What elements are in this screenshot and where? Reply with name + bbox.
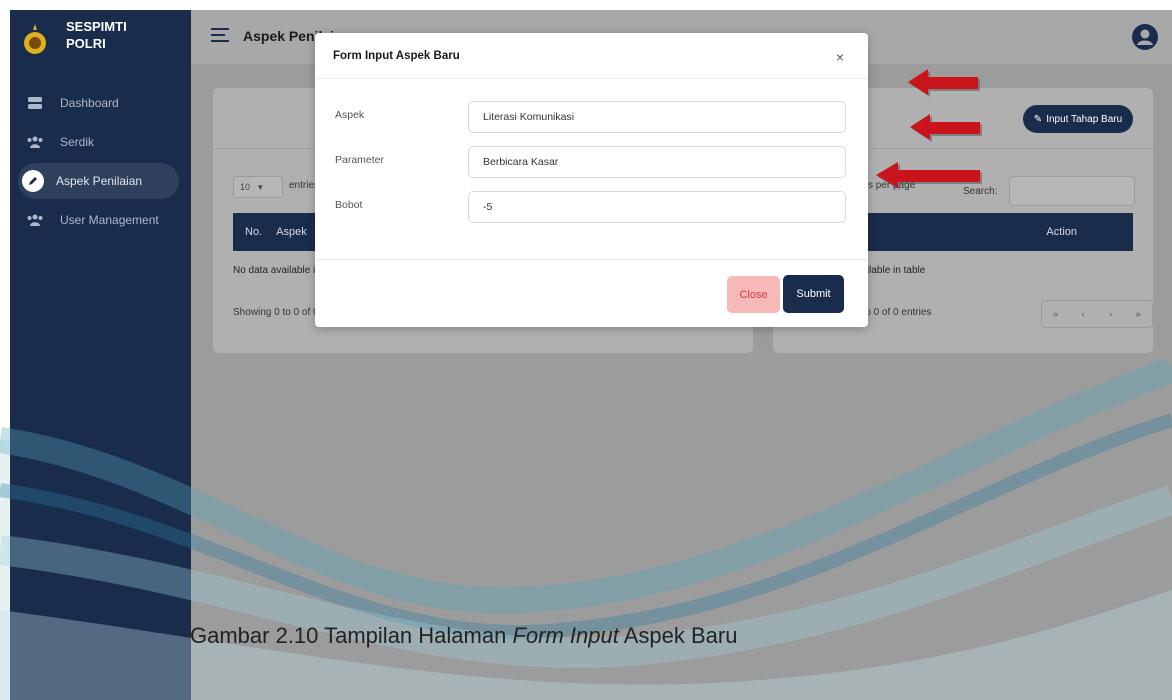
police-emblem-icon bbox=[24, 24, 46, 54]
sidebar-item-serdik[interactable]: Serdik bbox=[18, 124, 179, 160]
first-page-button[interactable]: « bbox=[1042, 301, 1070, 327]
input-tahap-label: Input Tahap Baru bbox=[1046, 113, 1123, 125]
column-header-no: No. bbox=[245, 226, 263, 238]
column-header-aspek: Aspek bbox=[276, 226, 307, 238]
parameter-label: Parameter bbox=[335, 154, 385, 166]
user-avatar-icon[interactable] bbox=[1132, 24, 1158, 50]
sidebar-item-label: Dashboard bbox=[60, 96, 119, 110]
submit-button[interactable]: Submit bbox=[783, 275, 844, 313]
close-button[interactable]: Close bbox=[727, 276, 780, 313]
figure-caption: Gambar 2.10 Tampilan Halaman Form Input … bbox=[190, 623, 737, 649]
sidebar: SESPIMTI POLRI Dashboard Serdik Aspek Pe… bbox=[10, 10, 191, 700]
users-icon bbox=[26, 211, 44, 229]
chevron-down-icon: ▾ bbox=[258, 181, 263, 192]
caption-prefix: Gambar 2.10 Tampilan Halaman bbox=[190, 623, 513, 648]
modal-title: Form Input Aspek Baru bbox=[333, 50, 460, 62]
bobot-label: Bobot bbox=[335, 199, 363, 211]
form-row-aspek: Aspek bbox=[315, 101, 868, 135]
modal-footer: Close Submit bbox=[315, 259, 868, 328]
prev-page-button[interactable]: ‹ bbox=[1070, 301, 1098, 327]
dashboard-icon bbox=[26, 94, 44, 112]
last-page-button[interactable]: » bbox=[1125, 301, 1153, 327]
sidebar-item-dashboard[interactable]: Dashboard bbox=[18, 85, 179, 121]
brand-line2: POLRI bbox=[66, 36, 106, 51]
modal-header: Form Input Aspek Baru × bbox=[315, 33, 868, 79]
users-icon bbox=[26, 133, 44, 151]
annotation-arrow-icon bbox=[876, 162, 982, 190]
sidebar-item-user-management[interactable]: User Management bbox=[18, 202, 179, 238]
pagination: « ‹ › » bbox=[1041, 300, 1153, 328]
length-value: 10 bbox=[240, 182, 251, 192]
search-input[interactable] bbox=[1009, 176, 1135, 206]
entries-length-select[interactable]: 10 ▾ bbox=[233, 176, 283, 198]
sidebar-nav: Dashboard Serdik Aspek Penilaian User Ma… bbox=[10, 82, 191, 241]
aspek-label: Aspek bbox=[335, 109, 365, 121]
form-input-aspek-modal: Form Input Aspek Baru × Aspek Parameter … bbox=[315, 33, 868, 327]
column-header-action: Action bbox=[1046, 226, 1077, 238]
caption-italic: Form Input bbox=[512, 623, 619, 648]
bobot-input[interactable] bbox=[468, 191, 846, 223]
sidebar-item-aspek-penilaian[interactable]: Aspek Penilaian bbox=[18, 163, 179, 199]
form-row-parameter: Parameter bbox=[315, 146, 868, 180]
pencil-icon bbox=[22, 170, 44, 192]
caption-suffix: Aspek Baru bbox=[618, 623, 738, 648]
sidebar-item-label: User Management bbox=[60, 213, 159, 227]
next-page-button[interactable]: › bbox=[1097, 301, 1125, 327]
hamburger-menu-icon[interactable] bbox=[211, 28, 229, 42]
annotation-arrow-icon bbox=[908, 69, 980, 97]
edit-icon: ✎ bbox=[1033, 113, 1043, 125]
close-icon[interactable]: × bbox=[836, 49, 844, 65]
parameter-input[interactable] bbox=[468, 146, 846, 178]
sidebar-item-label: Aspek Penilaian bbox=[56, 174, 143, 188]
input-tahap-baru-button[interactable]: ✎ Input Tahap Baru bbox=[1023, 105, 1133, 133]
brand: SESPIMTI POLRI bbox=[22, 18, 127, 56]
sidebar-item-label: Serdik bbox=[60, 135, 95, 149]
annotation-arrow-icon bbox=[910, 114, 982, 142]
form-row-bobot: Bobot bbox=[315, 191, 868, 225]
brand-line1: SESPIMTI bbox=[66, 19, 127, 34]
aspek-input[interactable] bbox=[468, 101, 846, 133]
